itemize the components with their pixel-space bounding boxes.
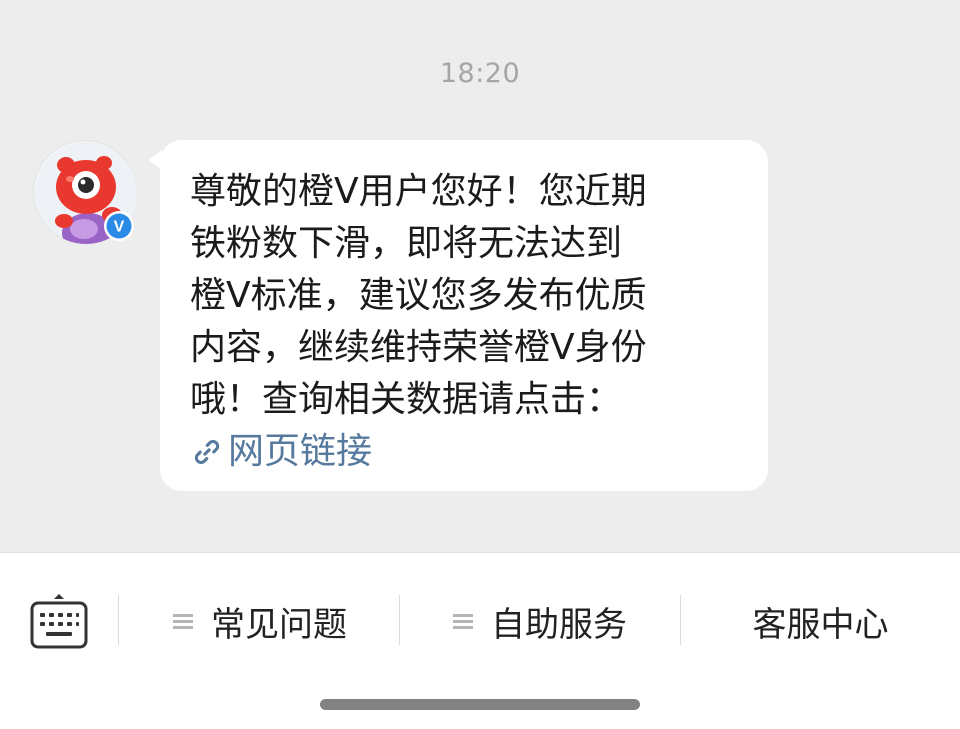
chat-area: 18:20 V 尊敬的橙V用户您好！您近期 铁粉数下滑，即将无法达到 橙V标准，… bbox=[0, 0, 960, 552]
message-line: 内容，继续维持荣誉橙V身份 bbox=[190, 327, 647, 368]
bottom-menu-bar: 常见问题 自助服务 客服中心 bbox=[0, 552, 960, 729]
self-service-menu-label: 自助服务 bbox=[491, 604, 627, 645]
home-indicator[interactable] bbox=[320, 699, 640, 710]
message-line: 尊敬的橙V用户您好！您近期 bbox=[190, 171, 647, 212]
web-link-label[interactable]: 网页链接 bbox=[228, 426, 372, 478]
faq-menu-label: 常见问题 bbox=[211, 604, 347, 645]
customer-service-label: 客服中心 bbox=[752, 604, 889, 645]
message-line: 铁粉数下滑，即将无法达到 bbox=[190, 223, 623, 264]
faq-menu-button[interactable]: 常见问题 bbox=[120, 591, 400, 651]
menu-lines-icon bbox=[453, 613, 473, 629]
customer-service-button[interactable]: 客服中心 bbox=[681, 591, 960, 651]
message-line: 哦！查询相关数据请点击： bbox=[190, 379, 623, 420]
keyboard-icon bbox=[30, 594, 88, 649]
message-bubble: 尊敬的橙V用户您好！您近期 铁粉数下滑，即将无法达到 橙V标准，建议您多发布优质… bbox=[160, 140, 768, 491]
keyboard-toggle-button[interactable] bbox=[26, 589, 92, 655]
svg-text:V: V bbox=[114, 219, 125, 236]
divider bbox=[118, 595, 119, 645]
web-link[interactable]: 网页链接 bbox=[190, 426, 738, 478]
self-service-menu-button[interactable]: 自助服务 bbox=[400, 591, 680, 651]
verified-v-icon: V bbox=[103, 210, 135, 242]
link-icon bbox=[194, 439, 220, 465]
message-line: 橙V标准，建议您多发布优质 bbox=[190, 275, 647, 316]
message-text: 尊敬的橙V用户您好！您近期 铁粉数下滑，即将无法达到 橙V标准，建议您多发布优质… bbox=[190, 166, 738, 426]
menu-lines-icon bbox=[173, 613, 193, 629]
message-timestamp: 18:20 bbox=[439, 58, 521, 89]
